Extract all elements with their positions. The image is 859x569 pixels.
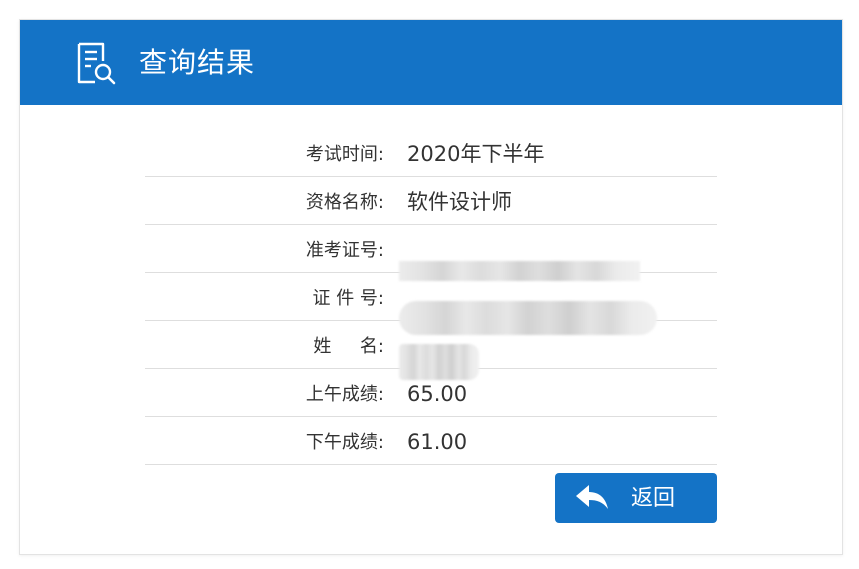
exam-time-label: 考试时间: [305,144,384,165]
afternoon-score-label: 下午成绩: [305,432,384,453]
document-search-icon [77,42,116,85]
row-qualification: 资格名称: 软件设计师 [145,177,717,225]
id-number-label: 证 件 号: [312,288,384,309]
result-list: 考试时间: 2020年下半年 资格名称: 软件设计师 准考证号: 证 件 号: … [145,129,717,465]
morning-score-label: 上午成绩: [305,384,384,405]
back-button[interactable]: 返回 [555,473,717,523]
exam-time-value: 2020年下半年 [407,142,545,166]
reply-arrow-icon [576,485,608,509]
name-redacted [399,344,479,380]
row-exam-time: 考试时间: 2020年下半年 [145,129,717,177]
afternoon-score-value: 61.00 [407,430,468,454]
ticket-number-label: 准考证号: [305,240,384,261]
page-title: 查询结果 [139,46,256,79]
back-button-label: 返回 [631,486,676,511]
qualification-value: 软件设计师 [407,190,512,214]
header-bar: 查询结果 [20,20,842,105]
result-card: 查询结果 考试时间: 2020年下半年 资格名称: 软件设计师 准考证号: 证 … [19,19,843,555]
ticket-number-redacted [399,261,640,281]
qualification-label: 资格名称: [305,192,384,213]
id-number-redacted [399,301,657,335]
name-label: 姓 名: [313,336,384,357]
row-afternoon-score: 下午成绩: 61.00 [145,417,717,465]
